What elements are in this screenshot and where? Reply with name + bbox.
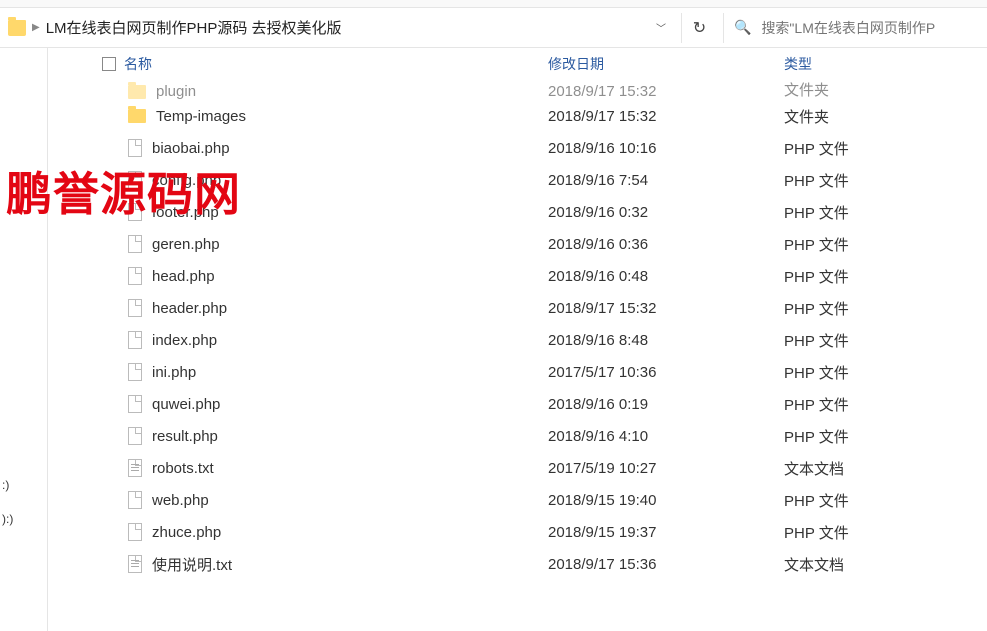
- file-date: 2018/9/16 4:10: [544, 428, 780, 445]
- file-date: 2018/9/15 19:37: [544, 524, 780, 541]
- file-icon: [128, 139, 142, 157]
- file-date: 2018/9/17 15:32: [544, 108, 780, 125]
- file-type: PHP 文件: [780, 394, 987, 415]
- file-icon: [128, 267, 142, 285]
- table-row[interactable]: ini.php 2017/5/17 10:36PHP 文件: [48, 356, 987, 388]
- table-row[interactable]: config.php 2018/9/16 7:54PHP 文件: [48, 164, 987, 196]
- file-type: PHP 文件: [780, 490, 987, 511]
- column-name[interactable]: 名称: [98, 54, 544, 74]
- table-row[interactable]: result.php 2018/9/16 4:10PHP 文件: [48, 420, 987, 452]
- file-name: biaobai.php: [152, 140, 230, 157]
- path-dropdown-icon[interactable]: ﹀: [647, 14, 675, 42]
- file-date: 2018/9/16 8:48: [544, 332, 780, 349]
- file-date: 2018/9/15 19:40: [544, 492, 780, 509]
- search-box[interactable]: 🔍: [723, 13, 983, 43]
- file-name: geren.php: [152, 236, 220, 253]
- folder-icon: [128, 109, 146, 123]
- file-type: PHP 文件: [780, 202, 987, 223]
- file-name: ini.php: [152, 364, 196, 381]
- file-date: 2018/9/17 15:32: [544, 300, 780, 317]
- file-icon: [128, 395, 142, 413]
- column-headers: 名称 修改日期 类型: [48, 48, 987, 80]
- file-type: PHP 文件: [780, 362, 987, 383]
- table-row[interactable]: index.php 2018/9/16 8:48PHP 文件: [48, 324, 987, 356]
- select-all-checkbox[interactable]: [102, 57, 116, 71]
- file-name: config.php: [152, 172, 221, 189]
- file-type: PHP 文件: [780, 170, 987, 191]
- file-type: PHP 文件: [780, 330, 987, 351]
- file-name: header.php: [152, 300, 227, 317]
- file-type: PHP 文件: [780, 266, 987, 287]
- table-row[interactable]: plugin 2018/9/17 15:32 文件夹: [48, 80, 987, 100]
- breadcrumb-folder[interactable]: LM在线表白网页制作PHP源码 去授权美化版: [46, 17, 342, 38]
- file-date: 2018/9/16 0:36: [544, 236, 780, 253]
- file-name: index.php: [152, 332, 217, 349]
- file-date: 2017/5/19 10:27: [544, 460, 780, 477]
- file-name: 使用说明.txt: [152, 554, 232, 575]
- column-date[interactable]: 修改日期: [544, 54, 780, 74]
- file-type: PHP 文件: [780, 298, 987, 319]
- table-row[interactable]: biaobai.php 2018/9/16 10:16PHP 文件: [48, 132, 987, 164]
- table-row[interactable]: robots.txt 2017/5/19 10:27文本文档: [48, 452, 987, 484]
- file-name: quwei.php: [152, 396, 220, 413]
- file-type: PHP 文件: [780, 426, 987, 447]
- file-type: PHP 文件: [780, 522, 987, 543]
- file-name: web.php: [152, 492, 209, 509]
- file-type: 文件夹: [780, 106, 987, 127]
- table-row[interactable]: zhuce.php 2018/9/15 19:37PHP 文件: [48, 516, 987, 548]
- table-row[interactable]: Temp-images 2018/9/17 15:32文件夹: [48, 100, 987, 132]
- table-row[interactable]: footer.php 2018/9/16 0:32PHP 文件: [48, 196, 987, 228]
- chevron-right-icon[interactable]: ▶: [32, 22, 40, 33]
- file-date: 2018/9/17 15:32: [544, 83, 780, 100]
- table-row[interactable]: web.php 2018/9/15 19:40PHP 文件: [48, 484, 987, 516]
- file-icon: [128, 299, 142, 317]
- file-type: PHP 文件: [780, 234, 987, 255]
- file-date: 2018/9/16 0:19: [544, 396, 780, 413]
- file-type: PHP 文件: [780, 138, 987, 159]
- file-date: 2018/9/16 0:32: [544, 204, 780, 221]
- file-icon: [128, 491, 142, 509]
- table-row[interactable]: header.php 2018/9/17 15:32PHP 文件: [48, 292, 987, 324]
- text-file-icon: [128, 555, 142, 573]
- file-icon: [128, 331, 142, 349]
- file-name: zhuce.php: [152, 524, 221, 541]
- file-name: Temp-images: [156, 108, 246, 125]
- file-date: 2017/5/17 10:36: [544, 364, 780, 381]
- file-date: 2018/9/17 15:36: [544, 556, 780, 573]
- column-type[interactable]: 类型: [780, 54, 987, 74]
- file-icon: [128, 523, 142, 541]
- sidebar-item[interactable]: :): [0, 478, 47, 512]
- file-icon: [128, 427, 142, 445]
- address-bar: ▶ LM在线表白网页制作PHP源码 去授权美化版 ﹀ ↻ 🔍: [0, 8, 987, 48]
- folder-icon: [128, 85, 146, 99]
- search-input[interactable]: [761, 20, 961, 36]
- file-date: 2018/9/16 10:16: [544, 140, 780, 157]
- file-list: 名称 修改日期 类型 plugin 2018/9/17 15:32 文件夹 Te…: [48, 48, 987, 631]
- table-row[interactable]: quwei.php 2018/9/16 0:19PHP 文件: [48, 388, 987, 420]
- table-row[interactable]: geren.php 2018/9/16 0:36PHP 文件: [48, 228, 987, 260]
- text-file-icon: [128, 459, 142, 477]
- table-row[interactable]: head.php 2018/9/16 0:48PHP 文件: [48, 260, 987, 292]
- table-row[interactable]: 使用说明.txt 2018/9/17 15:36文本文档: [48, 548, 987, 580]
- file-name: robots.txt: [152, 460, 214, 477]
- file-name: plugin: [156, 83, 196, 100]
- file-type: 文件夹: [780, 80, 987, 100]
- refresh-button[interactable]: ↻: [681, 13, 717, 43]
- file-icon: [128, 235, 142, 253]
- file-date: 2018/9/16 0:48: [544, 268, 780, 285]
- file-type: 文本文档: [780, 458, 987, 479]
- folder-icon: [8, 20, 26, 36]
- file-icon: [128, 171, 142, 189]
- search-icon: 🔍: [734, 19, 751, 36]
- nav-sidebar: :) ):): [0, 48, 48, 631]
- file-name: head.php: [152, 268, 215, 285]
- file-icon: [128, 363, 142, 381]
- file-icon: [128, 203, 142, 221]
- ribbon-stub: [0, 0, 987, 8]
- file-type: 文本文档: [780, 554, 987, 575]
- file-date: 2018/9/16 7:54: [544, 172, 780, 189]
- sidebar-item[interactable]: ):): [0, 512, 47, 546]
- file-name: footer.php: [152, 204, 219, 221]
- file-name: result.php: [152, 428, 218, 445]
